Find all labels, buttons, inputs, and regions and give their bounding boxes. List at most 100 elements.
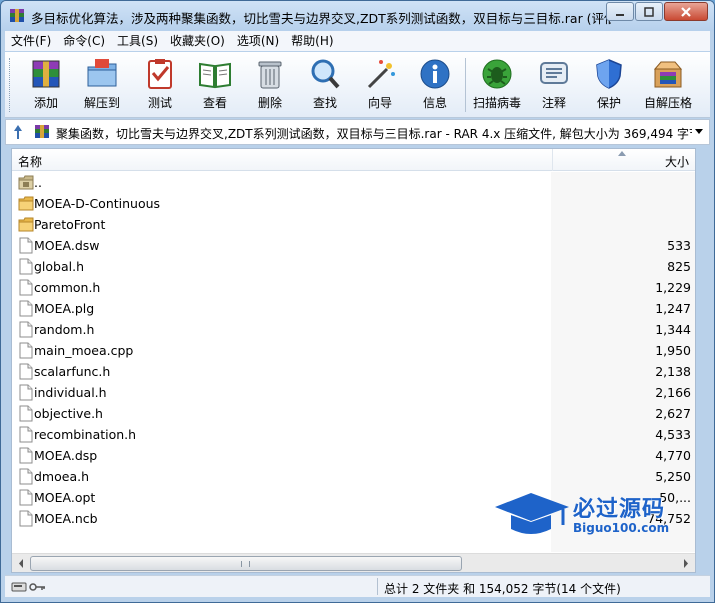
file-icon [19, 384, 33, 401]
maximize-button[interactable] [635, 2, 663, 21]
file-rows: .. MOEA-D-Continuous ParetoFront MOEA.dsw 53… [12, 172, 695, 529]
file-row[interactable]: recombination.h 4,533 [12, 424, 695, 445]
test-icon [148, 59, 172, 89]
parent-folder-row[interactable]: .. [12, 172, 695, 193]
window-title: 多目标优化算法，涉及两种聚集函数，切比雪夫与边界交叉,ZDT系列测试函数，双目标… [31, 11, 611, 26]
up-folder-icon[interactable] [12, 122, 24, 142]
horizontal-scrollbar[interactable] [12, 553, 695, 572]
chevron-down-icon[interactable] [695, 129, 703, 134]
find-button[interactable]: 查找 [298, 54, 352, 116]
address-bar[interactable]: 聚集函数，切比雪夫与边界交叉,ZDT系列测试函数，双目标与三目标.rar - R… [5, 119, 710, 145]
file-name: MOEA.dsw [34, 238, 100, 253]
file-size: 2,138 [655, 364, 691, 379]
extract-to-label: 解压到 [83, 96, 120, 110]
folder-icon [18, 196, 34, 211]
file-size: 4,770 [655, 448, 691, 463]
column-name-header[interactable]: 名称 [18, 153, 42, 170]
file-size: 1,344 [655, 322, 691, 337]
wizard-button[interactable]: 向导 [353, 54, 407, 116]
file-name: random.h [34, 322, 95, 337]
file-name: objective.h [34, 406, 103, 421]
info-button[interactable]: 信息 [408, 54, 462, 116]
scroll-thumb[interactable] [30, 556, 462, 571]
file-row[interactable]: global.h 825 [12, 256, 695, 277]
file-name: MOEA.ncb [34, 511, 98, 526]
archive-path: 聚集函数，切比雪夫与边界交叉,ZDT系列测试函数，双目标与三目标.rar - R… [56, 127, 692, 141]
folder-row[interactable]: ParetoFront [12, 214, 695, 235]
scroll-left-icon[interactable] [14, 556, 29, 571]
watermark-logo: 必过源码 Biguo100.com [493, 489, 703, 545]
file-row[interactable]: MOEA.dsp 4,770 [12, 445, 695, 466]
sfx-button[interactable]: 自解压格 [641, 54, 695, 116]
file-name: scalarfunc.h [34, 364, 111, 379]
file-size: 2,627 [655, 406, 691, 421]
comment-button[interactable]: 注释 [527, 54, 581, 116]
menu-options[interactable]: 选项(N) [231, 31, 285, 51]
folder-row[interactable]: MOEA-D-Continuous [12, 193, 695, 214]
comment-label: 注释 [541, 96, 566, 110]
file-row[interactable]: common.h 1,229 [12, 277, 695, 298]
view-label: 查看 [202, 96, 227, 110]
column-header: 名称 大小 [12, 149, 695, 171]
test-button[interactable]: 测试 [133, 54, 187, 116]
menu-help[interactable]: 帮助(H) [285, 31, 339, 51]
file-icon [19, 405, 33, 422]
trash-icon [258, 61, 282, 89]
file-row[interactable]: objective.h 2,627 [12, 403, 695, 424]
delete-label: 删除 [257, 96, 282, 110]
file-row[interactable]: dmoea.h 5,250 [12, 466, 695, 487]
file-row[interactable]: individual.h 2,166 [12, 382, 695, 403]
scroll-right-icon[interactable] [678, 556, 693, 571]
toolbar: 添加 解压到 测试 查看 删除 查找 向导 信息 扫描病毒 注释 保护 自解压格 [5, 52, 710, 118]
protect-button[interactable]: 保护 [582, 54, 636, 116]
scan-virus-button[interactable]: 扫描病毒 [470, 54, 524, 116]
wizard-label: 向导 [367, 96, 392, 110]
window-controls [605, 2, 708, 21]
menu-commands[interactable]: 命令(C) [57, 31, 111, 51]
toolbar-grip[interactable] [9, 58, 12, 112]
add-archive-icon [32, 60, 60, 88]
delete-button[interactable]: 删除 [243, 54, 297, 116]
file-icon [19, 447, 33, 464]
test-label: 测试 [147, 96, 172, 110]
column-divider[interactable] [552, 149, 553, 171]
file-icon [19, 468, 33, 485]
extract-to-button[interactable]: 解压到 [75, 54, 129, 116]
menu-favorites[interactable]: 收藏夹(O) [164, 31, 231, 51]
minimize-button[interactable] [606, 2, 634, 21]
drive-key-icon[interactable] [11, 580, 47, 594]
file-row[interactable]: main_moea.cpp 1,950 [12, 340, 695, 361]
view-button[interactable]: 查看 [188, 54, 242, 116]
wizard-wand-icon [367, 60, 395, 89]
file-name: .. [34, 175, 42, 190]
file-row[interactable]: random.h 1,344 [12, 319, 695, 340]
menu-bar: 文件(F) 命令(C) 工具(S) 收藏夹(O) 选项(N) 帮助(H) [5, 31, 710, 51]
column-size-header[interactable]: 大小 [665, 153, 689, 170]
add-button[interactable]: 添加 [19, 54, 73, 116]
file-icon [19, 258, 33, 275]
menu-file[interactable]: 文件(F) [5, 31, 57, 51]
comment-icon [540, 62, 568, 84]
file-icon [19, 342, 33, 359]
file-name: MOEA-D-Continuous [34, 196, 161, 211]
info-label: 信息 [422, 96, 447, 110]
file-size: 1,950 [655, 343, 691, 358]
close-button[interactable] [664, 2, 708, 21]
file-row[interactable]: MOEA.plg 1,247 [12, 298, 695, 319]
scroll-thumb-grip [241, 561, 250, 567]
file-icon [19, 363, 33, 380]
status-divider [377, 578, 378, 595]
scan-virus-label: 扫描病毒 [472, 96, 521, 110]
file-size: 1,229 [655, 280, 691, 295]
view-book-icon [199, 62, 231, 89]
file-row[interactable]: MOEA.dsw 533 [12, 235, 695, 256]
find-label: 查找 [312, 96, 337, 110]
menu-tools[interactable]: 工具(S) [111, 31, 164, 51]
sort-ascending-icon [618, 151, 626, 156]
file-icon [19, 510, 33, 527]
file-name: main_moea.cpp [34, 343, 134, 358]
file-row[interactable]: scalarfunc.h 2,138 [12, 361, 695, 382]
file-size: 2,166 [655, 385, 691, 400]
close-icon [681, 6, 691, 17]
sfx-label: 自解压格 [643, 96, 692, 110]
